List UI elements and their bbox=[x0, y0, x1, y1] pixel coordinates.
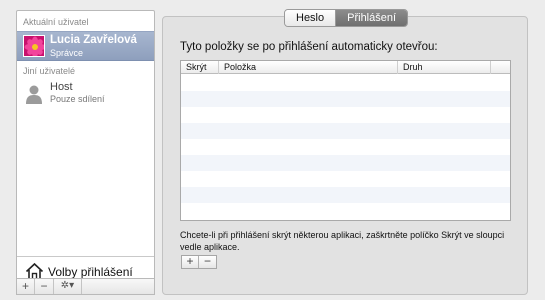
user-name: Lucia Zavřelová bbox=[50, 34, 137, 46]
hide-items-help-text: Chcete-li při přihlášení skrýt některou … bbox=[180, 230, 505, 252]
table-row bbox=[181, 139, 510, 155]
flower-avatar-icon bbox=[23, 35, 45, 57]
column-header-hide[interactable]: Skrýt bbox=[181, 61, 219, 74]
add-login-item-button[interactable]: + bbox=[182, 255, 199, 268]
table-row bbox=[181, 171, 510, 187]
add-user-button[interactable]: + bbox=[17, 279, 35, 294]
user-name: Host bbox=[50, 81, 73, 93]
login-items-buttons: + − bbox=[181, 255, 217, 269]
table-row bbox=[181, 123, 510, 139]
login-items-table[interactable]: Skrýt Položka Druh bbox=[180, 60, 511, 221]
tab-password[interactable]: Heslo bbox=[285, 10, 337, 26]
current-user-header: Aktuální uživatel bbox=[23, 17, 89, 27]
user-list-toolbar: + − ✲▾ bbox=[16, 278, 155, 295]
column-header-item[interactable]: Položka bbox=[219, 61, 398, 74]
login-options-label: Volby přihlášení bbox=[48, 265, 133, 279]
table-row bbox=[181, 91, 510, 107]
table-row bbox=[181, 75, 510, 91]
other-users-header: Jiní uživatelé bbox=[23, 66, 76, 76]
user-row-host[interactable]: Host Pouze sdílení bbox=[17, 79, 154, 109]
table-row bbox=[181, 155, 510, 171]
table-row bbox=[181, 107, 510, 123]
user-role: Správce bbox=[50, 48, 84, 58]
action-menu-button[interactable]: ✲▾ bbox=[54, 279, 82, 294]
guest-silhouette-icon bbox=[25, 84, 43, 104]
user-list: Aktuální uživatel Lucia Zavřelová Správc bbox=[16, 10, 155, 295]
table-header: Skrýt Položka Druh bbox=[181, 61, 510, 74]
user-row-lucia[interactable]: Lucia Zavřelová Správce bbox=[17, 31, 154, 61]
tab-bar: Heslo Přihlášení bbox=[284, 9, 409, 27]
column-header-kind[interactable]: Druh bbox=[398, 61, 491, 74]
remove-user-button[interactable]: − bbox=[35, 279, 54, 294]
remove-login-item-button[interactable]: − bbox=[199, 255, 216, 268]
login-items-intro: Tyto položky se po přihlášení automatick… bbox=[180, 41, 438, 53]
tab-login-items[interactable]: Přihlášení bbox=[336, 10, 408, 26]
table-row bbox=[181, 203, 510, 219]
user-role: Pouze sdílení bbox=[50, 94, 105, 104]
table-row bbox=[181, 187, 510, 203]
